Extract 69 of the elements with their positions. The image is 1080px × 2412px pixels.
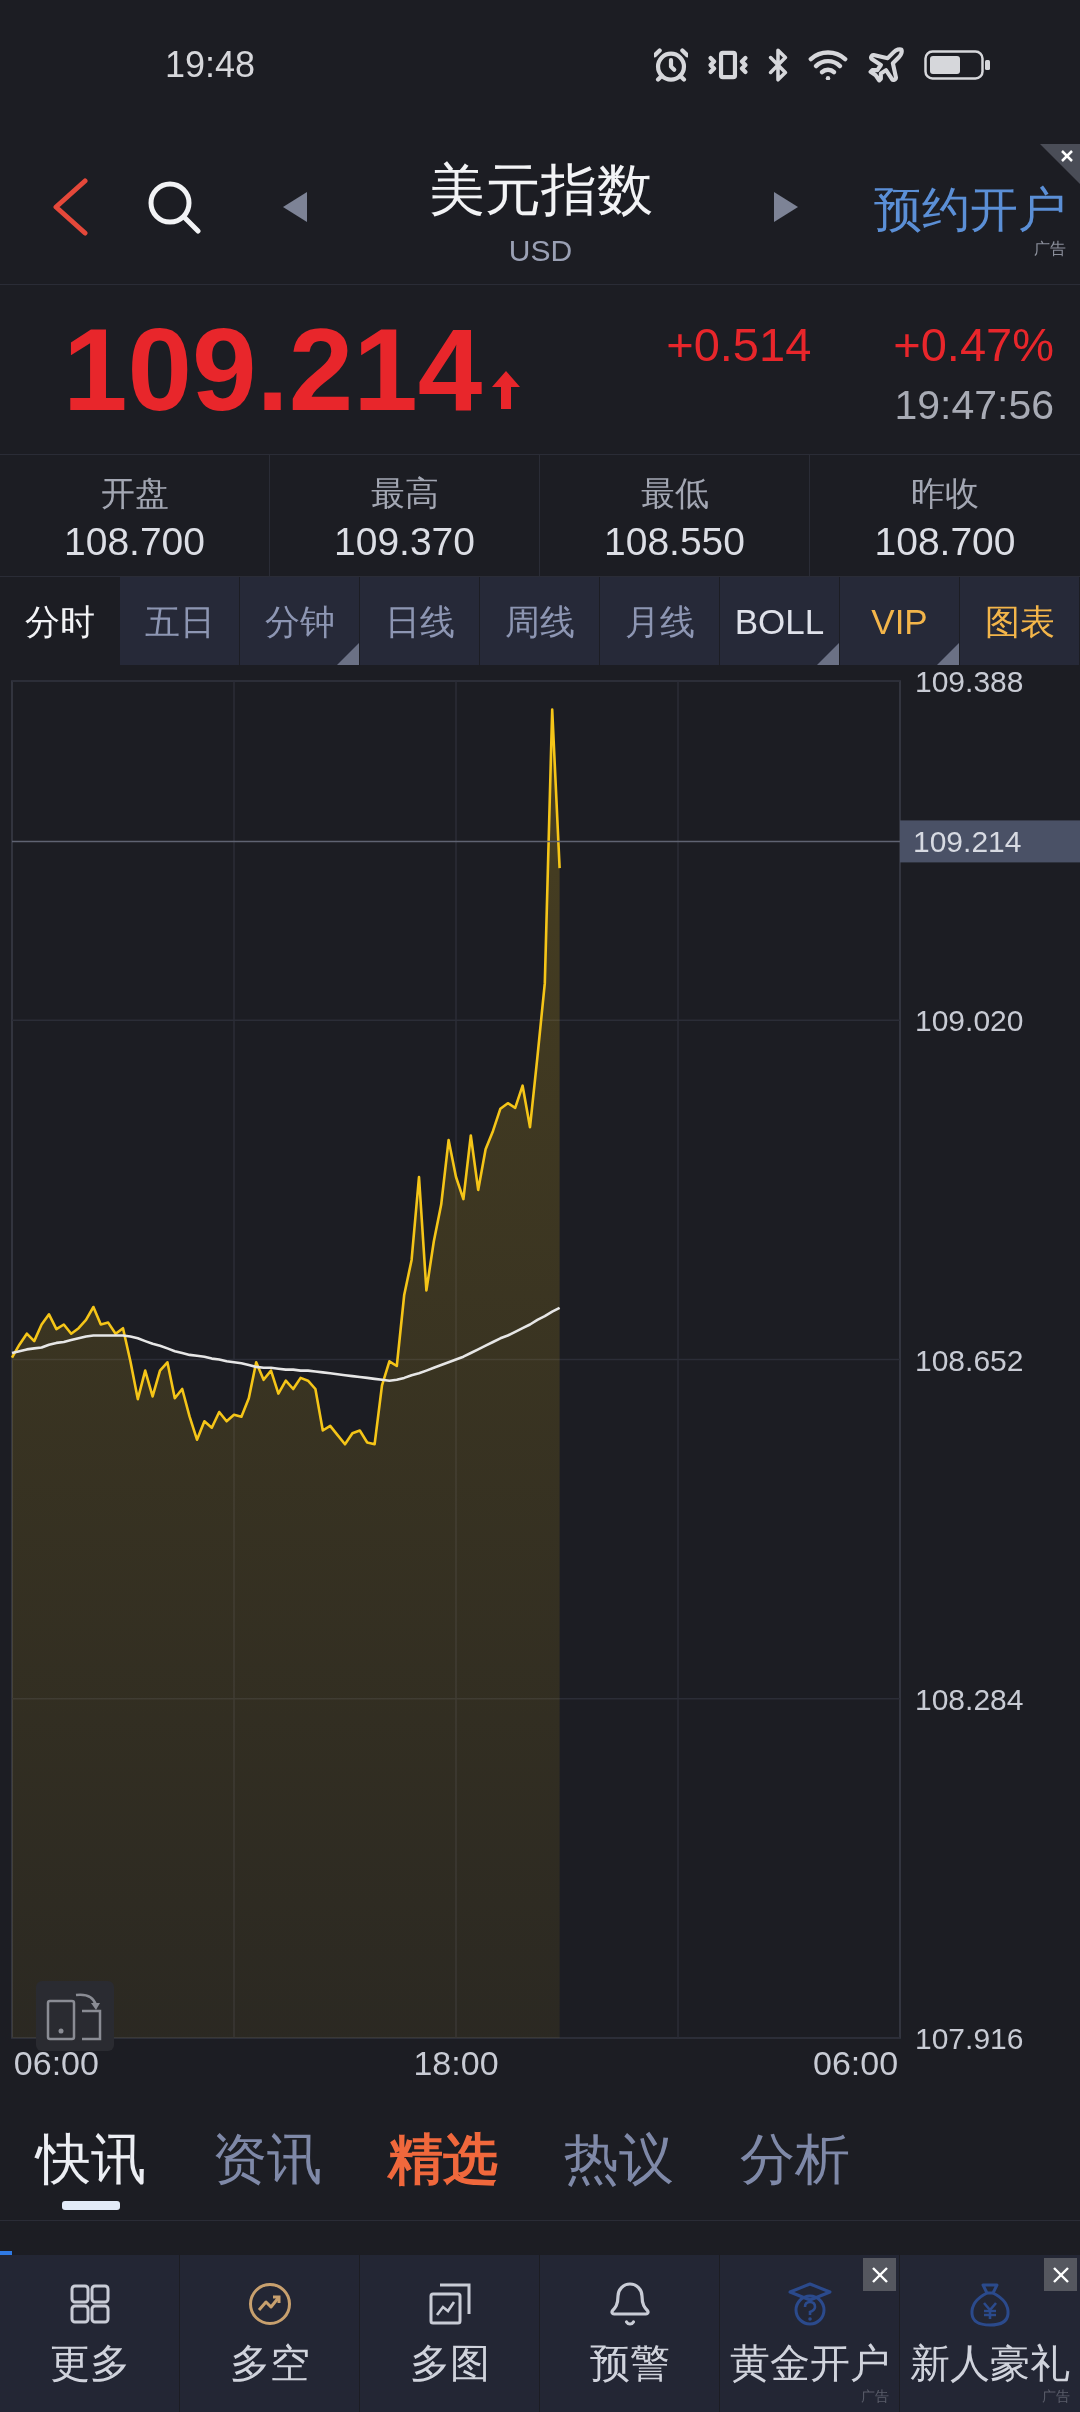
- price-change-percent: +0.47%: [893, 317, 1054, 373]
- nav-button[interactable]: 多空: [229, 2255, 310, 2412]
- stat-label: 开盘: [100, 473, 169, 513]
- news-tab[interactable]: 精选: [388, 2126, 498, 2192]
- news-tab[interactable]: 资讯: [212, 2126, 322, 2192]
- airplane-icon: [868, 47, 904, 83]
- ad-tag: 广告: [1034, 239, 1066, 259]
- close-button[interactable]: [863, 2258, 896, 2291]
- ref-line-label: 109.214: [913, 825, 1022, 859]
- period-tab[interactable]: 分钟: [240, 577, 360, 665]
- stat-value: 108.550: [604, 519, 745, 565]
- grid-icon: [69, 2284, 110, 2324]
- news-tab[interactable]: 热议: [564, 2126, 674, 2192]
- y-axis-label: 109.020: [915, 1004, 1024, 1038]
- ad-close-button[interactable]: [1040, 144, 1080, 184]
- stat-value: 108.700: [64, 519, 205, 565]
- current-price-tag: 109.214: [900, 820, 1080, 863]
- back-chevron-icon: [52, 178, 88, 236]
- stat-label: 最低: [640, 473, 709, 513]
- x-axis-label: 06:00: [13, 2044, 99, 2082]
- vibrate-icon: [708, 50, 748, 80]
- last-price: 109.214: [63, 311, 483, 428]
- period-tab[interactable]: 日线: [360, 577, 480, 665]
- wifi-icon: [808, 50, 848, 80]
- trend-circle-icon: [247, 2282, 292, 2326]
- triangle-left-icon: [283, 192, 307, 222]
- stat-value: 108.700: [874, 519, 1016, 565]
- status-time: 19:48: [165, 47, 256, 83]
- nav-button[interactable]: 多图: [409, 2255, 490, 2412]
- y-axis-label: 108.652: [915, 1343, 1024, 1377]
- account-ad-link[interactable]: 预约开户: [874, 185, 1066, 235]
- y-axis-label: 107.916: [915, 2022, 1024, 2055]
- page-subtitle: USD: [508, 233, 573, 269]
- y-axis-label: 108.284: [915, 1682, 1024, 1716]
- rotate-screen-icon: [46, 1991, 104, 2041]
- y-axis-label: 109.388: [915, 665, 1024, 698]
- x-axis-label: 06:00: [813, 2044, 899, 2082]
- close-icon: [870, 2265, 889, 2284]
- stat-label: 最高: [370, 473, 439, 513]
- triangle-right-icon: [774, 192, 798, 222]
- stat-value: 109.370: [334, 519, 475, 565]
- search-icon: [147, 180, 201, 234]
- period-tab[interactable]: BOLL: [720, 577, 840, 665]
- battery-icon: [924, 50, 990, 80]
- period-tab[interactable]: 周线: [480, 577, 600, 665]
- money-bag-icon: [969, 2281, 1011, 2327]
- stat-label: 昨收: [911, 473, 979, 513]
- rotate-screen-button[interactable]: [36, 1981, 114, 2051]
- bell-icon: [609, 2282, 650, 2326]
- loading-indicator: [0, 2251, 12, 2255]
- price-change: +0.514: [666, 317, 812, 373]
- nav-button[interactable]: 更多: [49, 2255, 130, 2412]
- news-tab[interactable]: 分析: [740, 2126, 850, 2192]
- nav-button[interactable]: 预警: [589, 2255, 670, 2412]
- period-tab[interactable]: 图表: [960, 577, 1080, 665]
- graduation-cap-icon: [787, 2282, 832, 2326]
- period-tab[interactable]: 月线: [600, 577, 720, 665]
- close-icon: [1051, 2265, 1070, 2284]
- close-icon: [1040, 144, 1080, 184]
- period-tab[interactable]: VIP: [840, 577, 960, 665]
- close-button[interactable]: [1044, 2258, 1077, 2291]
- news-tab[interactable]: 快讯: [36, 2126, 146, 2210]
- period-tab[interactable]: 五日: [120, 577, 240, 665]
- alarm-clock-icon: [654, 48, 688, 82]
- stacked-charts-icon: [428, 2283, 471, 2325]
- x-axis-label: 18:00: [413, 2044, 499, 2082]
- page-title: 美元指数: [428, 160, 653, 220]
- bluetooth-icon: [768, 48, 788, 82]
- quote-time: 19:47:56: [894, 381, 1054, 430]
